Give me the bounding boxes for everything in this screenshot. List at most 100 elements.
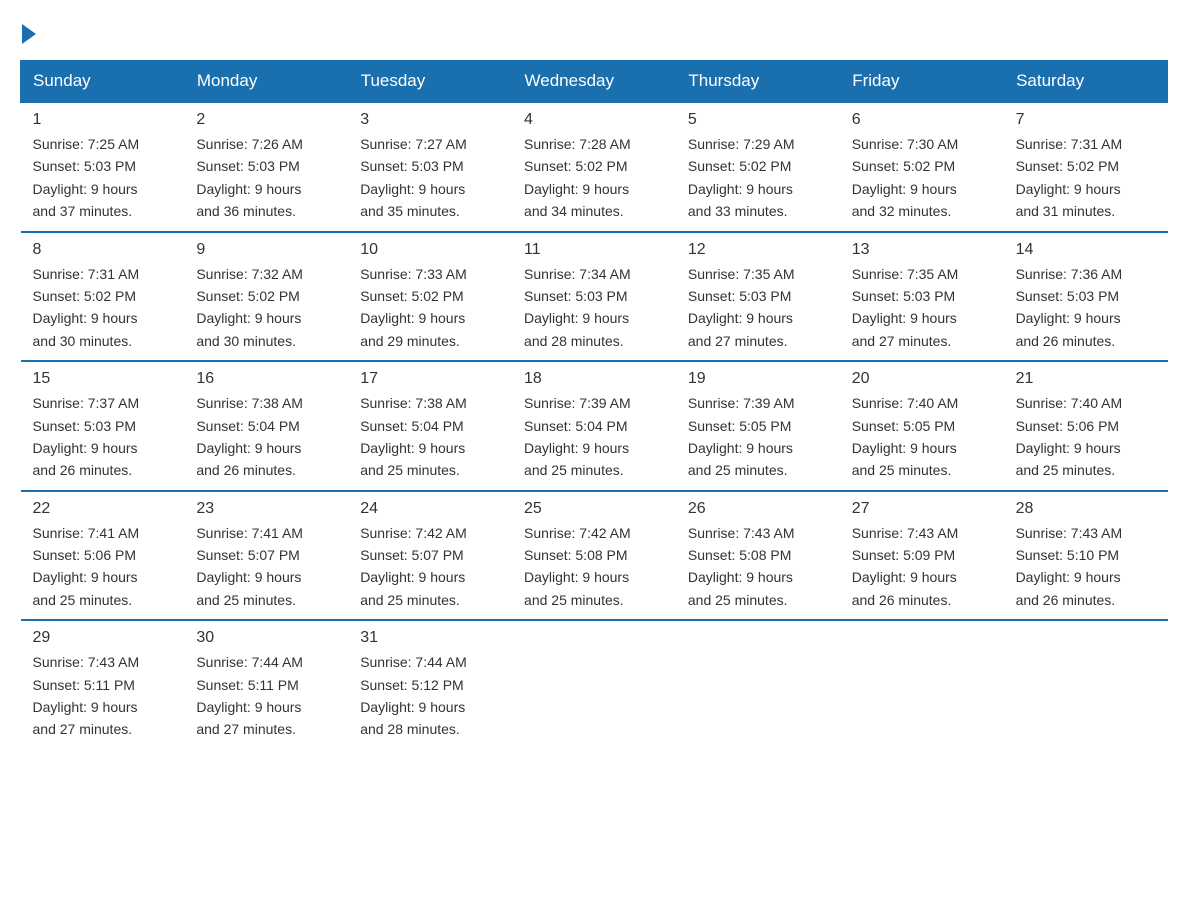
daylight-minutes-text: and 25 minutes. [360, 592, 460, 608]
header-friday: Friday [840, 61, 1004, 103]
day-cell-25: 25 Sunrise: 7:42 AM Sunset: 5:08 PM Dayl… [512, 491, 676, 621]
day-cell-2: 2 Sunrise: 7:26 AM Sunset: 5:03 PM Dayli… [184, 102, 348, 232]
header-saturday: Saturday [1004, 61, 1168, 103]
day-number: 13 [852, 241, 992, 259]
day-number: 26 [688, 500, 828, 518]
logo-arrow-icon [22, 24, 36, 44]
day-number: 28 [1016, 500, 1156, 518]
day-cell-18: 18 Sunrise: 7:39 AM Sunset: 5:04 PM Dayl… [512, 361, 676, 491]
day-cell-3: 3 Sunrise: 7:27 AM Sunset: 5:03 PM Dayli… [348, 102, 512, 232]
day-number: 25 [524, 500, 664, 518]
day-cell-29: 29 Sunrise: 7:43 AM Sunset: 5:11 PM Dayl… [21, 620, 185, 749]
daylight-text: Daylight: 9 hours [196, 440, 301, 456]
daylight-text: Daylight: 9 hours [524, 569, 629, 585]
daylight-text: Daylight: 9 hours [852, 181, 957, 197]
daylight-text: Daylight: 9 hours [1016, 181, 1121, 197]
day-number: 14 [1016, 241, 1156, 259]
day-number: 15 [33, 370, 173, 388]
sunset-text: Sunset: 5:02 PM [360, 288, 464, 304]
day-info: Sunrise: 7:43 AM Sunset: 5:11 PM Dayligh… [33, 651, 173, 741]
daylight-text: Daylight: 9 hours [33, 310, 138, 326]
sunrise-text: Sunrise: 7:43 AM [688, 525, 795, 541]
day-number: 12 [688, 241, 828, 259]
day-number: 4 [524, 111, 664, 129]
day-info: Sunrise: 7:32 AM Sunset: 5:02 PM Dayligh… [196, 263, 336, 353]
sunrise-text: Sunrise: 7:38 AM [360, 395, 467, 411]
sunset-text: Sunset: 5:03 PM [196, 158, 300, 174]
week-row-5: 29 Sunrise: 7:43 AM Sunset: 5:11 PM Dayl… [21, 620, 1168, 749]
day-info: Sunrise: 7:44 AM Sunset: 5:12 PM Dayligh… [360, 651, 500, 741]
header-thursday: Thursday [676, 61, 840, 103]
sunset-text: Sunset: 5:03 PM [852, 288, 956, 304]
sunrise-text: Sunrise: 7:44 AM [360, 654, 467, 670]
sunset-text: Sunset: 5:04 PM [196, 418, 300, 434]
day-info: Sunrise: 7:43 AM Sunset: 5:10 PM Dayligh… [1016, 522, 1156, 612]
day-cell-14: 14 Sunrise: 7:36 AM Sunset: 5:03 PM Dayl… [1004, 232, 1168, 362]
sunset-text: Sunset: 5:03 PM [33, 418, 137, 434]
sunset-text: Sunset: 5:05 PM [688, 418, 792, 434]
daylight-text: Daylight: 9 hours [524, 310, 629, 326]
day-cell-22: 22 Sunrise: 7:41 AM Sunset: 5:06 PM Dayl… [21, 491, 185, 621]
day-number: 7 [1016, 111, 1156, 129]
empty-cell [512, 620, 676, 749]
sunset-text: Sunset: 5:03 PM [688, 288, 792, 304]
daylight-minutes-text: and 25 minutes. [360, 462, 460, 478]
day-info: Sunrise: 7:29 AM Sunset: 5:02 PM Dayligh… [688, 133, 828, 223]
sunset-text: Sunset: 5:11 PM [196, 677, 298, 693]
sunset-text: Sunset: 5:02 PM [1016, 158, 1120, 174]
sunrise-text: Sunrise: 7:42 AM [524, 525, 631, 541]
daylight-minutes-text: and 25 minutes. [524, 462, 624, 478]
day-number: 20 [852, 370, 992, 388]
daylight-text: Daylight: 9 hours [360, 569, 465, 585]
sunrise-text: Sunrise: 7:41 AM [33, 525, 140, 541]
sunrise-text: Sunrise: 7:28 AM [524, 136, 631, 152]
sunset-text: Sunset: 5:06 PM [33, 547, 137, 563]
daylight-text: Daylight: 9 hours [360, 440, 465, 456]
day-info: Sunrise: 7:38 AM Sunset: 5:04 PM Dayligh… [360, 392, 500, 482]
daylight-minutes-text: and 35 minutes. [360, 203, 460, 219]
day-number: 22 [33, 500, 173, 518]
day-cell-19: 19 Sunrise: 7:39 AM Sunset: 5:05 PM Dayl… [676, 361, 840, 491]
empty-cell [1004, 620, 1168, 749]
sunset-text: Sunset: 5:09 PM [852, 547, 956, 563]
sunrise-text: Sunrise: 7:43 AM [1016, 525, 1123, 541]
day-number: 2 [196, 111, 336, 129]
daylight-minutes-text: and 36 minutes. [196, 203, 296, 219]
daylight-minutes-text: and 25 minutes. [1016, 462, 1116, 478]
sunset-text: Sunset: 5:02 PM [852, 158, 956, 174]
daylight-text: Daylight: 9 hours [524, 440, 629, 456]
daylight-text: Daylight: 9 hours [196, 569, 301, 585]
daylight-text: Daylight: 9 hours [33, 699, 138, 715]
day-info: Sunrise: 7:40 AM Sunset: 5:05 PM Dayligh… [852, 392, 992, 482]
day-cell-9: 9 Sunrise: 7:32 AM Sunset: 5:02 PM Dayli… [184, 232, 348, 362]
daylight-text: Daylight: 9 hours [360, 310, 465, 326]
day-info: Sunrise: 7:25 AM Sunset: 5:03 PM Dayligh… [33, 133, 173, 223]
daylight-minutes-text: and 26 minutes. [852, 592, 952, 608]
day-info: Sunrise: 7:37 AM Sunset: 5:03 PM Dayligh… [33, 392, 173, 482]
daylight-text: Daylight: 9 hours [688, 310, 793, 326]
header-tuesday: Tuesday [348, 61, 512, 103]
sunrise-text: Sunrise: 7:32 AM [196, 266, 303, 282]
day-info: Sunrise: 7:28 AM Sunset: 5:02 PM Dayligh… [524, 133, 664, 223]
sunset-text: Sunset: 5:02 PM [196, 288, 300, 304]
day-number: 30 [196, 629, 336, 647]
header-monday: Monday [184, 61, 348, 103]
sunset-text: Sunset: 5:12 PM [360, 677, 464, 693]
empty-cell [840, 620, 1004, 749]
sunset-text: Sunset: 5:03 PM [524, 288, 628, 304]
day-number: 5 [688, 111, 828, 129]
daylight-text: Daylight: 9 hours [852, 310, 957, 326]
day-info: Sunrise: 7:42 AM Sunset: 5:07 PM Dayligh… [360, 522, 500, 612]
sunrise-text: Sunrise: 7:30 AM [852, 136, 959, 152]
sunrise-text: Sunrise: 7:31 AM [33, 266, 140, 282]
day-info: Sunrise: 7:41 AM Sunset: 5:06 PM Dayligh… [33, 522, 173, 612]
daylight-minutes-text: and 33 minutes. [688, 203, 788, 219]
sunset-text: Sunset: 5:07 PM [360, 547, 464, 563]
day-cell-1: 1 Sunrise: 7:25 AM Sunset: 5:03 PM Dayli… [21, 102, 185, 232]
daylight-minutes-text: and 30 minutes. [196, 333, 296, 349]
daylight-text: Daylight: 9 hours [33, 569, 138, 585]
daylight-text: Daylight: 9 hours [1016, 310, 1121, 326]
sunset-text: Sunset: 5:02 PM [524, 158, 628, 174]
day-cell-4: 4 Sunrise: 7:28 AM Sunset: 5:02 PM Dayli… [512, 102, 676, 232]
day-number: 8 [33, 241, 173, 259]
